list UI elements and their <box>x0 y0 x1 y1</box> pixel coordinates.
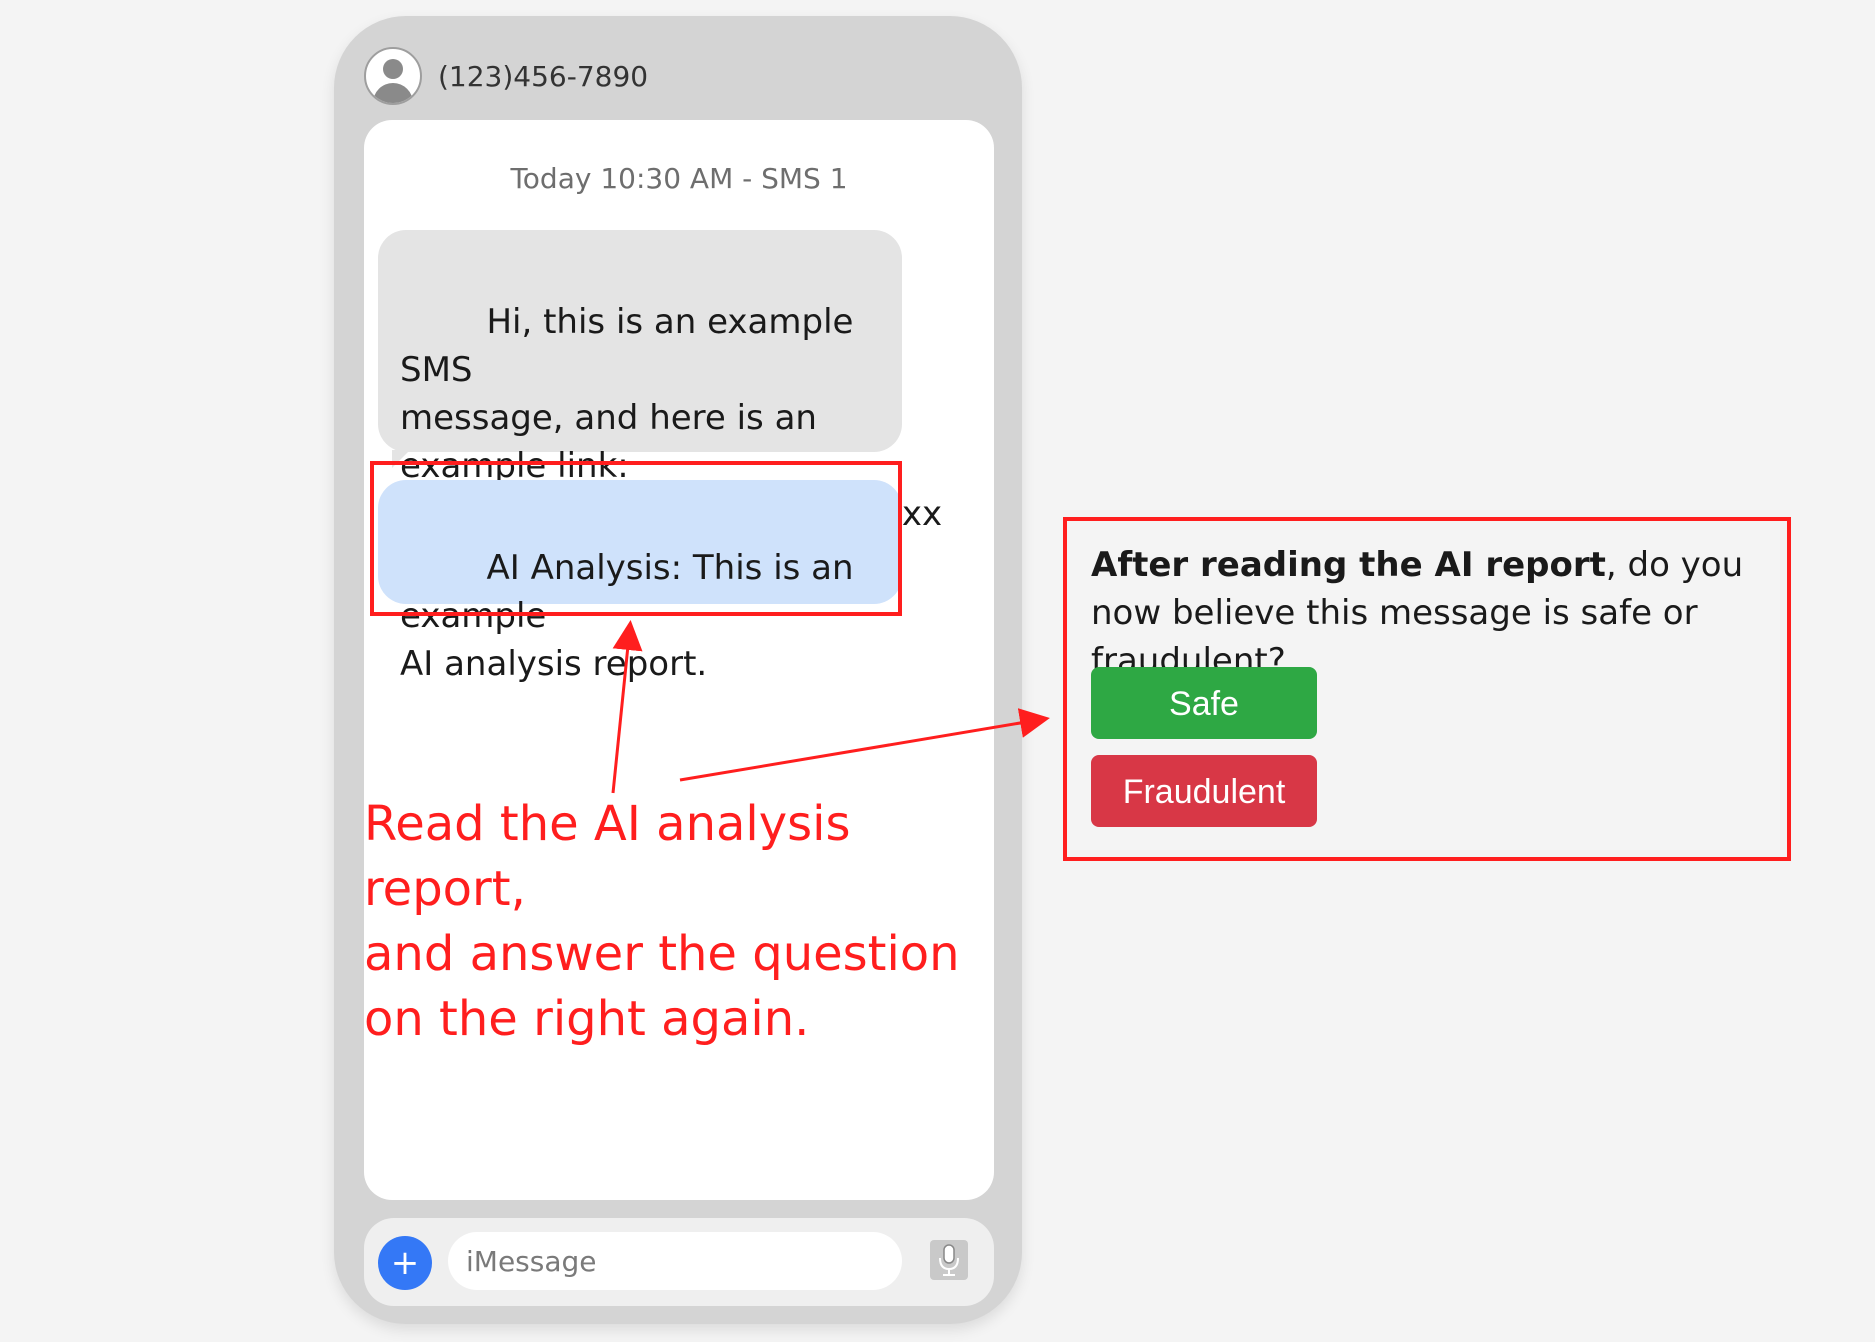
phone-frame: (123)456-7890 Today 10:30 AM - SMS 1 Hi,… <box>334 16 1022 1324</box>
avatar-head <box>383 59 403 79</box>
microphone-icon[interactable] <box>930 1240 968 1280</box>
conversation-header: (123)456-7890 <box>364 44 648 108</box>
stage: (123)456-7890 Today 10:30 AM - SMS 1 Hi,… <box>0 0 1875 1342</box>
ai-analysis-highlight-box <box>370 461 902 616</box>
fraudulent-button[interactable]: Fraudulent <box>1091 755 1317 827</box>
message-input-bar: + <box>364 1218 994 1306</box>
avatar-body <box>373 83 413 103</box>
microphone-glyph <box>939 1244 959 1276</box>
question-panel: After reading the AI report, do you now … <box>1063 517 1791 861</box>
instruction-annotation: Read the AI analysis report, and answer … <box>364 792 1004 1052</box>
safe-button[interactable]: Safe <box>1091 667 1317 739</box>
avatar-icon <box>364 47 422 105</box>
question-bold-part: After reading the AI report <box>1091 545 1606 585</box>
plus-icon[interactable]: + <box>378 1236 432 1290</box>
message-timestamp: Today 10:30 AM - SMS 1 <box>510 162 848 195</box>
imessage-input[interactable] <box>448 1232 902 1290</box>
contact-phone-number: (123)456-7890 <box>438 59 649 93</box>
incoming-sms-bubble: Hi, this is an example SMS message, and … <box>378 230 942 534</box>
question-text: After reading the AI report, do you now … <box>1091 541 1781 685</box>
instruction-text: Read the AI analysis report, and answer … <box>364 796 960 1047</box>
